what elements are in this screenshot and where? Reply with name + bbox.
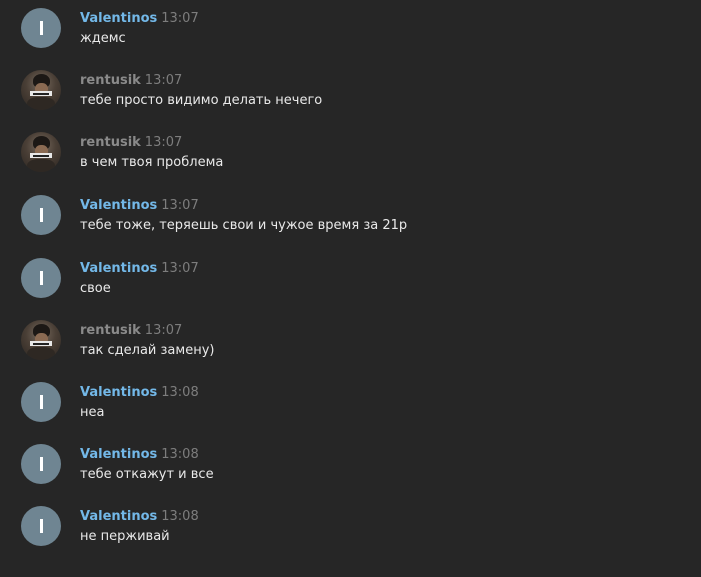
message-text: в чем твоя проблема xyxy=(80,155,224,170)
user-avatar[interactable] xyxy=(21,258,61,298)
avatar-letter-glyph xyxy=(40,208,43,222)
author-name[interactable]: rentusik xyxy=(80,323,141,338)
message-header: Valentinos 13:07 xyxy=(80,195,199,213)
avatar-letter-glyph xyxy=(40,271,43,285)
message-item[interactable]: rentusik 13:07 в чем твоя проблема xyxy=(0,124,701,186)
message-header: rentusik 13:07 xyxy=(80,320,182,338)
avatar-letter-glyph xyxy=(40,395,43,409)
message-timestamp: 13:07 xyxy=(161,198,199,213)
message-timestamp: 13:07 xyxy=(161,11,199,26)
avatar-letter-glyph xyxy=(40,21,43,35)
author-name[interactable]: Valentinos xyxy=(80,385,157,400)
message-item[interactable]: Valentinos 13:07 свое xyxy=(0,250,701,312)
message-item[interactable]: Valentinos 13:08 тебе откажут и все xyxy=(0,436,701,498)
user-avatar[interactable] xyxy=(21,444,61,484)
message-timestamp: 13:07 xyxy=(144,323,183,338)
message-header: Valentinos 13:07 xyxy=(80,8,199,26)
message-text: тебе откажут и все xyxy=(80,467,214,482)
message-text: тебе тоже, теряешь свои и чужое время за… xyxy=(80,218,408,233)
chat-message-list: Valentinos 13:07 ждемс rentusik 13:07 тебе… xyxy=(0,0,701,577)
author-name[interactable]: Valentinos xyxy=(80,447,157,462)
message-item[interactable]: Valentinos 13:07 ждемс xyxy=(0,0,701,62)
message-header: rentusik 13:07 xyxy=(80,132,182,150)
user-avatar[interactable] xyxy=(21,195,61,235)
message-header: Valentinos 13:08 xyxy=(80,444,199,462)
message-timestamp: 13:07 xyxy=(144,73,183,88)
message-header: rentusik 13:07 xyxy=(80,70,182,88)
user-avatar[interactable] xyxy=(21,70,61,110)
message-item[interactable]: Valentinos 13:08 неа xyxy=(0,374,701,436)
avatar-letter-glyph xyxy=(40,519,43,533)
message-header: Valentinos 13:08 xyxy=(80,506,199,524)
message-item[interactable]: Valentinos 13:08 не перживай xyxy=(0,498,701,560)
user-avatar[interactable] xyxy=(21,382,61,422)
message-item[interactable]: Valentinos 13:07 тебе тоже, теряешь свои … xyxy=(0,187,701,249)
message-item[interactable]: rentusik 13:07 так сделай замену) xyxy=(0,312,701,374)
message-text: свое xyxy=(80,281,111,296)
message-timestamp: 13:08 xyxy=(161,509,199,524)
user-avatar[interactable] xyxy=(21,506,61,546)
message-header: Valentinos 13:08 xyxy=(80,382,199,400)
message-timestamp: 13:08 xyxy=(161,385,199,400)
message-text: так сделай замену) xyxy=(80,343,215,358)
author-name[interactable]: Valentinos xyxy=(80,509,157,524)
user-avatar[interactable] xyxy=(21,320,61,360)
avatar-letter-glyph xyxy=(40,457,43,471)
author-name[interactable]: rentusik xyxy=(80,135,141,150)
author-name[interactable]: Valentinos xyxy=(80,198,157,213)
message-header: Valentinos 13:07 xyxy=(80,258,199,276)
author-name[interactable]: rentusik xyxy=(80,73,141,88)
message-text: ждемс xyxy=(80,31,126,46)
message-text: неа xyxy=(80,405,105,420)
message-timestamp: 13:07 xyxy=(144,135,183,150)
user-avatar[interactable] xyxy=(21,132,61,172)
author-name[interactable]: Valentinos xyxy=(80,11,157,26)
message-text: тебе просто видимо делать нечего xyxy=(80,93,323,108)
user-avatar[interactable] xyxy=(21,8,61,48)
message-item[interactable]: rentusik 13:07 тебе просто видимо делать … xyxy=(0,62,701,124)
message-timestamp: 13:08 xyxy=(161,447,199,462)
message-text: не перживай xyxy=(80,529,170,544)
author-name[interactable]: Valentinos xyxy=(80,261,157,276)
message-timestamp: 13:07 xyxy=(161,261,199,276)
